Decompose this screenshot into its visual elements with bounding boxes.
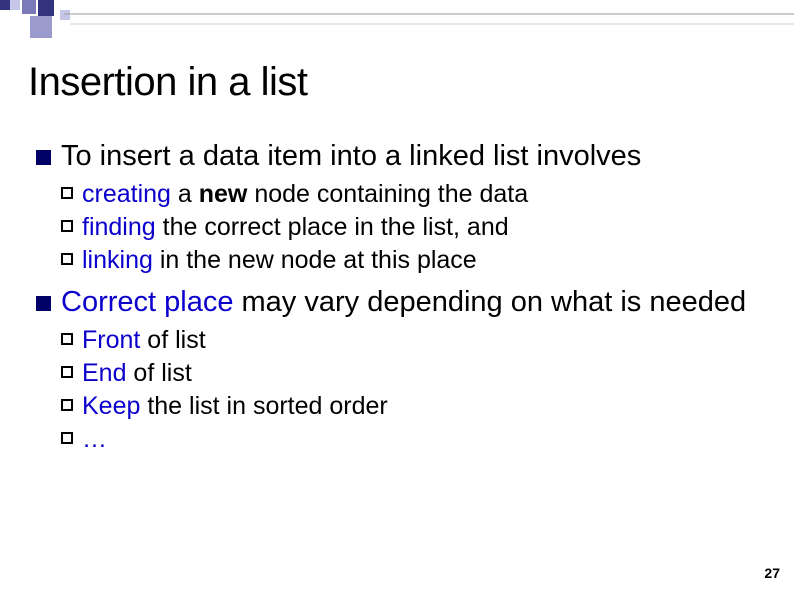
bullet-level1: To insert a data item into a linked list… [36, 139, 776, 175]
hollow-square-bullet-icon [61, 253, 73, 265]
bullet-text: finding the correct place in the list, a… [82, 212, 509, 243]
bullet-level2: End of list [61, 358, 776, 389]
bullet-text: … [82, 424, 107, 455]
sub-bullet-group: creating a new node containing the data … [61, 179, 776, 277]
hollow-square-bullet-icon [61, 432, 73, 444]
slide: Insertion in a list To insert a data ite… [0, 0, 794, 595]
hollow-square-bullet-icon [61, 333, 73, 345]
bullet-text: creating a new node containing the data [82, 179, 528, 210]
slide-title: Insertion in a list [28, 60, 308, 105]
hollow-square-bullet-icon [61, 220, 73, 232]
bullet-text: linking in the new node at this place [82, 245, 477, 276]
square-bullet-icon [36, 150, 51, 165]
bullet-text: End of list [82, 358, 192, 389]
bullet-level2: Front of list [61, 325, 776, 356]
bullet-text: Correct place may vary depending on what… [61, 285, 746, 321]
bullet-level1: Correct place may vary depending on what… [36, 285, 776, 321]
bullet-text: Front of list [82, 325, 206, 356]
bullet-level2: linking in the new node at this place [61, 245, 776, 276]
hollow-square-bullet-icon [61, 187, 73, 199]
bullet-level2: … [61, 424, 776, 455]
bullet-level2: Keep the list in sorted order [61, 391, 776, 422]
slide-body: To insert a data item into a linked list… [36, 135, 776, 464]
sub-bullet-group: Front of list End of list Keep the list … [61, 325, 776, 456]
square-bullet-icon [36, 296, 51, 311]
page-number: 27 [764, 565, 780, 581]
hollow-square-bullet-icon [61, 366, 73, 378]
hollow-square-bullet-icon [61, 399, 73, 411]
bullet-level2: finding the correct place in the list, a… [61, 212, 776, 243]
header-decoration [0, 0, 794, 40]
bullet-text: To insert a data item into a linked list… [61, 139, 641, 175]
bullet-level2: creating a new node containing the data [61, 179, 776, 210]
bullet-text: Keep the list in sorted order [82, 391, 388, 422]
